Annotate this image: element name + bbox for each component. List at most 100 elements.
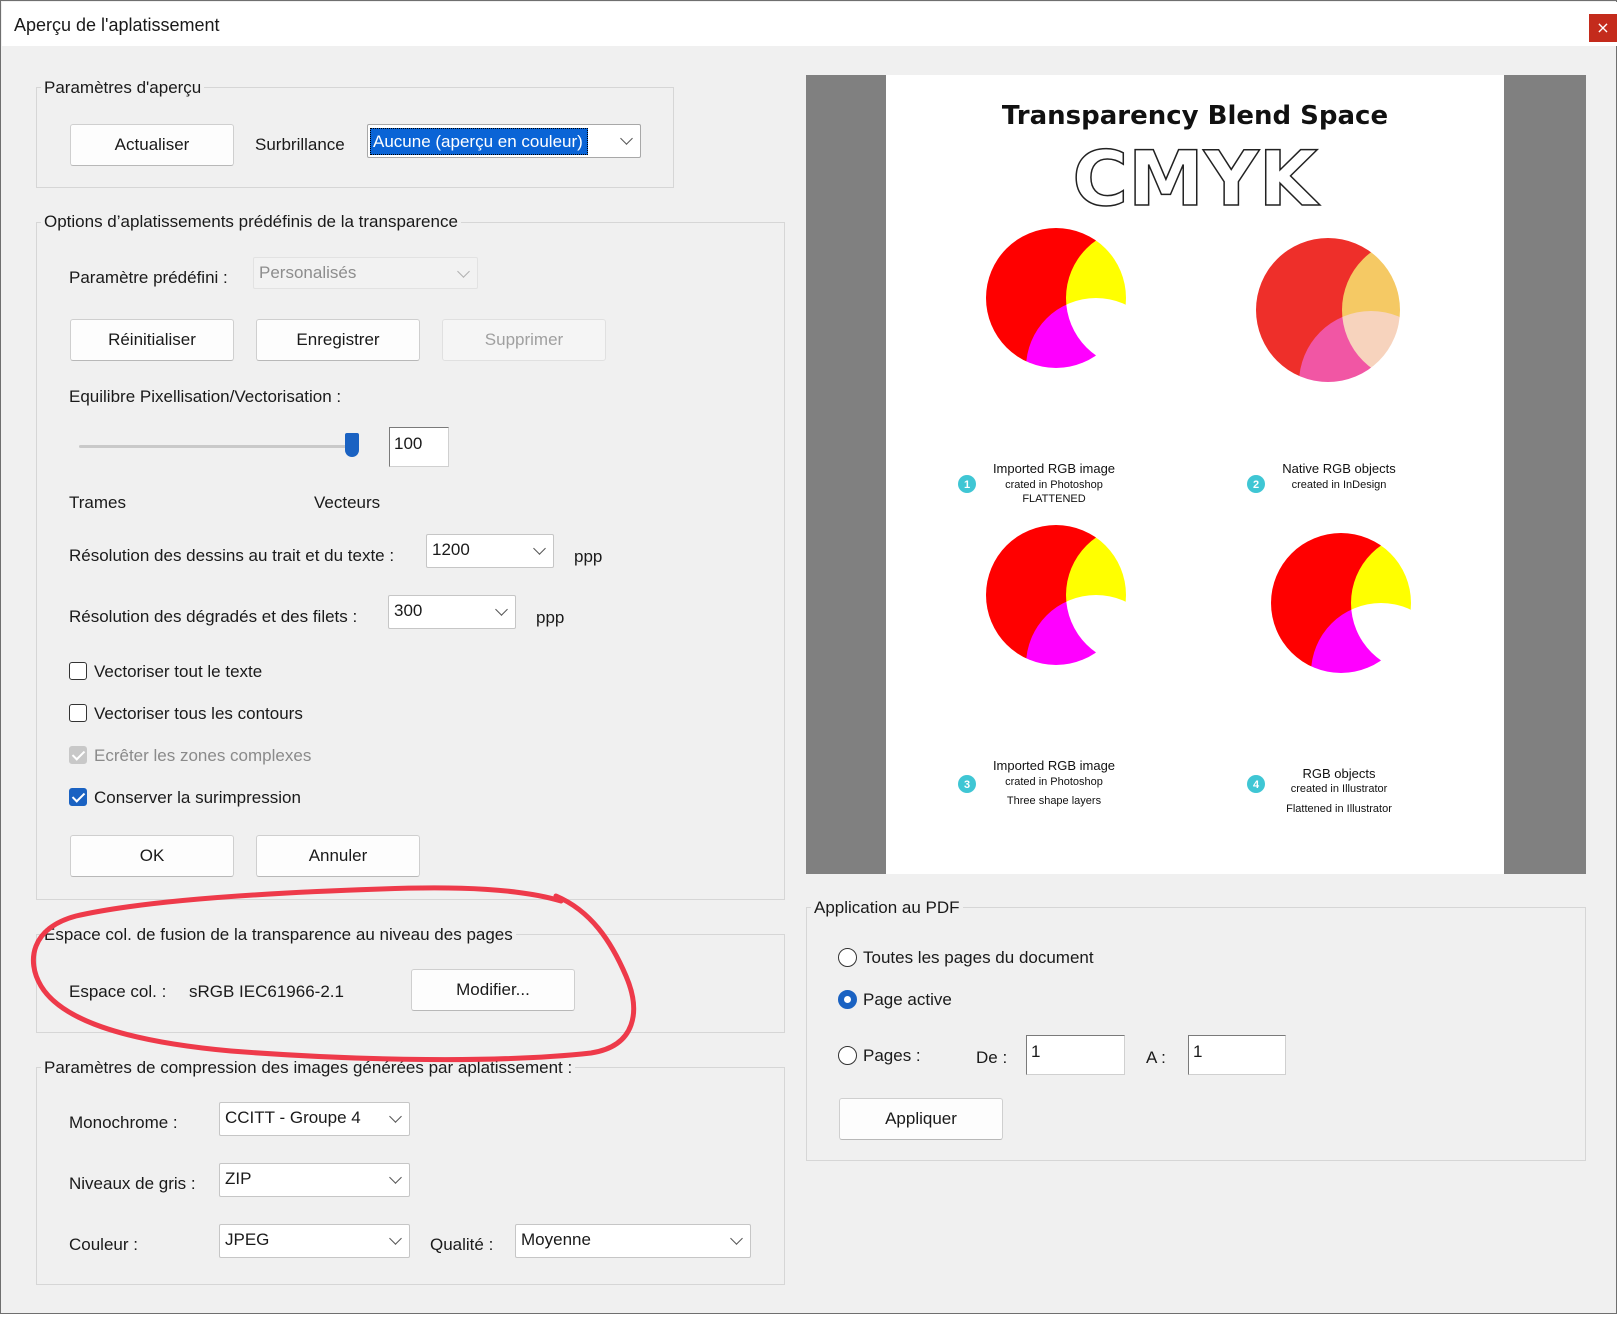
venn-diagram-4 xyxy=(1271,533,1491,743)
chevron-down-icon xyxy=(533,542,546,555)
to-label: A : xyxy=(1146,1048,1166,1067)
cancel-button[interactable]: Annuler xyxy=(256,835,420,877)
window-title: Aperçu de l'aplatissement xyxy=(14,15,220,35)
caption-3-line1: Imported RGB image xyxy=(993,758,1115,773)
preview-subtitle: CMYK xyxy=(1072,134,1320,223)
clip-complex-label: Ecrêter les zones complexes xyxy=(94,746,312,765)
gray-select[interactable]: ZIP xyxy=(219,1163,410,1197)
highlight-label: Surbrillance xyxy=(255,135,345,154)
clip-complex-checkbox[interactable] xyxy=(69,746,87,764)
blend-space-legend: Espace col. de fusion de la transparence… xyxy=(41,925,516,945)
from-page-input[interactable]: 1 xyxy=(1026,1035,1125,1075)
line-resolution-value: 1200 xyxy=(432,540,470,559)
preset-label: Paramètre prédéfini : xyxy=(69,268,228,287)
caption-2-line1: Native RGB objects xyxy=(1282,461,1396,476)
chevron-down-icon xyxy=(389,1232,402,1245)
step-1-number: 1 xyxy=(964,479,970,491)
preview-params-legend: Paramètres d'aperçu xyxy=(41,78,205,98)
quality-label: Qualité : xyxy=(430,1235,494,1254)
color-select-value: JPEG xyxy=(225,1230,270,1249)
vector-label: Vecteurs xyxy=(314,493,381,512)
apply-button[interactable]: Appliquer xyxy=(839,1098,1003,1140)
preview-artwork: Transparency Blend Space CMYK 1 Imported… xyxy=(958,101,1491,815)
color-select[interactable]: JPEG xyxy=(219,1224,410,1258)
balance-slider-track[interactable] xyxy=(79,445,354,448)
gradient-resolution-value: 300 xyxy=(394,601,423,620)
check-icon xyxy=(71,789,86,803)
preview-title: Transparency Blend Space xyxy=(1002,101,1388,131)
compression-legend: Paramètres de compression des images gén… xyxy=(41,1058,576,1078)
preserve-overprint-label: Conserver la surimpression xyxy=(94,788,301,807)
preset-select[interactable]: Personalisés xyxy=(253,257,478,289)
balance-input-value: 100 xyxy=(394,434,423,453)
from-page-value: 1 xyxy=(1031,1042,1041,1061)
caption-1-line2: crated in Photoshop xyxy=(1005,479,1103,491)
gradient-resolution-unit: ppp xyxy=(536,608,565,627)
gradient-resolution-select[interactable]: 300 xyxy=(388,595,516,629)
outline-strokes-label: Vectoriser tous les contours xyxy=(94,704,303,723)
caption-2-line2: created in InDesign xyxy=(1292,479,1387,491)
mono-select[interactable]: CCITT - Groupe 4 xyxy=(219,1102,410,1136)
line-resolution-label: Résolution des dessins au trait et du te… xyxy=(69,546,395,565)
outline-text-label: Vectoriser tout le texte xyxy=(94,662,263,681)
color-space-label: Espace col. : xyxy=(69,982,167,1001)
refresh-button[interactable]: Actualiser xyxy=(70,124,234,166)
outline-strokes-checkbox[interactable] xyxy=(69,704,87,722)
pages-label: Pages : xyxy=(863,1046,921,1065)
venn-diagram-3 xyxy=(986,525,1206,735)
chevron-down-icon xyxy=(730,1232,743,1245)
presets-legend: Options d’aplatissements prédéfinis de l… xyxy=(41,212,461,232)
preserve-overprint-checkbox[interactable] xyxy=(69,788,87,806)
caption-1-line3: FLATTENED xyxy=(1022,493,1085,505)
outline-text-checkbox[interactable] xyxy=(69,662,87,680)
apply-pdf-legend: Application au PDF xyxy=(811,898,963,918)
active-page-label: Page active xyxy=(863,990,952,1009)
active-page-radio[interactable] xyxy=(838,990,857,1009)
preset-select-value: Personalisés xyxy=(259,263,357,282)
close-icon[interactable]: × xyxy=(1589,14,1617,42)
chevron-down-icon xyxy=(620,132,633,145)
step-2-number: 2 xyxy=(1253,479,1259,491)
balance-slider-thumb[interactable] xyxy=(345,433,359,457)
chevron-down-icon xyxy=(389,1110,402,1123)
step-3-number: 3 xyxy=(964,779,970,791)
from-label: De : xyxy=(976,1048,1008,1067)
caption-3-line2: crated in Photoshop xyxy=(1005,776,1103,788)
save-button[interactable]: Enregistrer xyxy=(256,319,420,361)
raster-label: Trames xyxy=(69,493,126,512)
quality-select[interactable]: Moyenne xyxy=(515,1224,751,1258)
check-icon xyxy=(71,747,86,761)
color-label: Couleur : xyxy=(69,1235,138,1254)
line-resolution-unit: ppp xyxy=(574,547,603,566)
caption-1-line1: Imported RGB image xyxy=(993,461,1115,476)
color-space-value: sRGB IEC61966-2.1 xyxy=(189,982,344,1001)
to-page-value: 1 xyxy=(1193,1042,1203,1061)
chevron-down-icon xyxy=(457,265,470,278)
flattener-preview-dialog: Aperçu de l'aplatissement × Paramètres d… xyxy=(0,0,1617,1314)
delete-button[interactable]: Supprimer xyxy=(442,319,606,361)
chevron-down-icon xyxy=(495,603,508,616)
chevron-down-icon xyxy=(389,1171,402,1184)
venn-diagram-2 xyxy=(1256,238,1486,455)
pages-radio[interactable] xyxy=(838,1046,857,1065)
balance-input[interactable]: 100 xyxy=(389,427,449,467)
step-4-number: 4 xyxy=(1253,779,1260,791)
reset-button[interactable]: Réinitialiser xyxy=(70,319,234,361)
gradient-resolution-label: Résolution des dégradés et des filets : xyxy=(69,607,358,626)
all-pages-radio[interactable] xyxy=(838,948,857,967)
ok-button[interactable]: OK xyxy=(70,835,234,877)
preview-page: Transparency Blend Space CMYK 1 Imported… xyxy=(886,75,1504,874)
to-page-input[interactable]: 1 xyxy=(1188,1035,1286,1075)
venn-diagram-1 xyxy=(986,228,1206,438)
mono-select-value: CCITT - Groupe 4 xyxy=(225,1108,361,1127)
mono-label: Monochrome : xyxy=(69,1113,178,1132)
caption-4-line2: created in Illustrator xyxy=(1291,783,1388,795)
highlight-select[interactable]: Aucune (aperçu en couleur) xyxy=(367,124,641,158)
quality-select-value: Moyenne xyxy=(521,1230,591,1249)
balance-label: Equilibre Pixellisation/Vectorisation : xyxy=(69,387,342,406)
line-resolution-select[interactable]: 1200 xyxy=(426,534,554,568)
title-bar: Aperçu de l'aplatissement × xyxy=(2,2,1617,46)
all-pages-label: Toutes les pages du document xyxy=(863,948,1094,967)
caption-3-line3: Three shape layers xyxy=(1007,795,1102,807)
modify-button[interactable]: Modifier... xyxy=(411,969,575,1011)
